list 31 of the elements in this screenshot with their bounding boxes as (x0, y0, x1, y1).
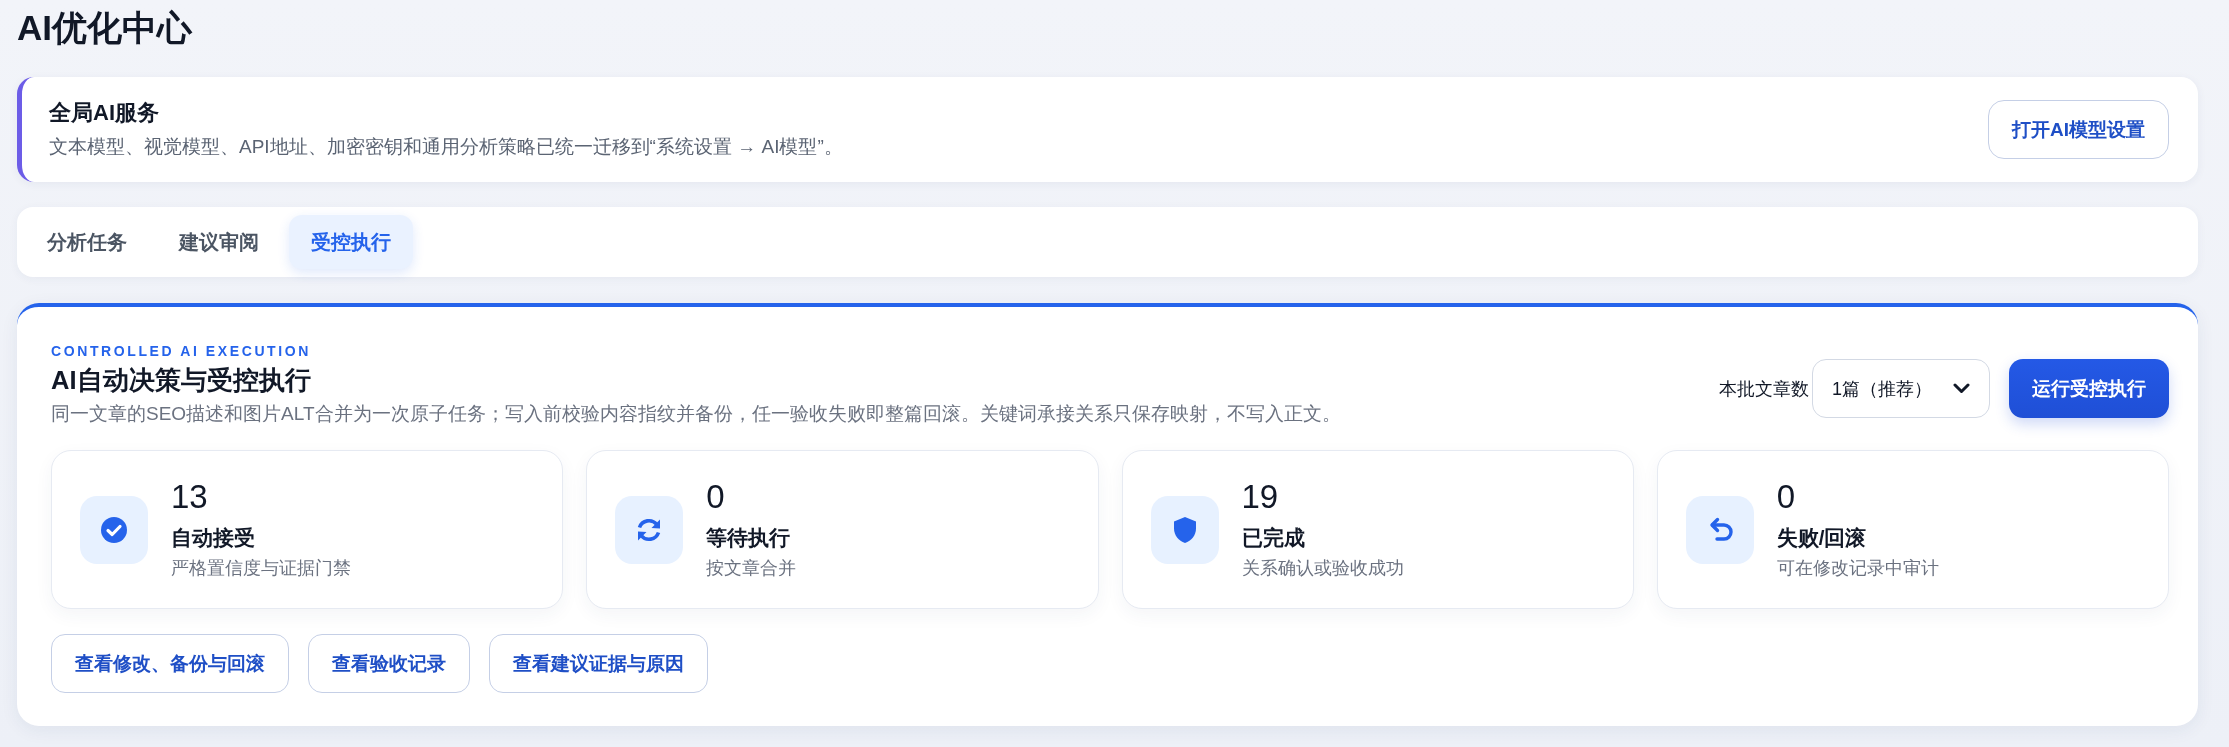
stat-value: 13 (171, 479, 209, 515)
stat-caption: 按文章合并 (706, 557, 797, 580)
page-title: AI优化中心 (17, 7, 194, 49)
action-button[interactable]: 查看修改、备份与回滚 (51, 634, 289, 693)
section-description: 同一文章的SEO描述和图片ALT合并为一次原子任务；写入前校验内容指纹并备份，任一验收失败即整篇回滚。关键词承接关系只保存映射，不写入正文。 (51, 402, 1341, 426)
shield-icon (1150, 495, 1219, 564)
batch-count-label: 本批文章数 (1719, 377, 1809, 401)
open-ai-settings-button[interactable]: 打开AI模型设置 (1988, 100, 2169, 159)
tab[interactable]: 分析任务 (25, 215, 149, 269)
stat-caption: 严格置信度与证据门禁 (171, 557, 351, 580)
stat-label: 自动接受 (171, 525, 256, 551)
stat-value: 0 (706, 479, 726, 515)
global-ai-description: 文本模型、视觉模型、API地址、加密密钥和通用分析策略已统一迁移到“系统设置 → AI模型”。 (49, 135, 843, 159)
sync-icon (615, 495, 684, 564)
stat-value: 19 (1241, 479, 1280, 515)
tab[interactable]: 建议审阅 (157, 215, 281, 269)
stat-value: 0 (1776, 479, 1797, 515)
global-ai-title: 全局AI服务 (49, 99, 160, 127)
tab[interactable]: 受控执行 (289, 215, 413, 269)
chevron-down-icon (1953, 383, 1970, 394)
section-title: AI自动决策与受控执行 (51, 365, 312, 396)
action-button[interactable]: 查看建议证据与原因 (489, 634, 708, 693)
stat-caption: 可在修改记录中审计 (1776, 557, 1939, 580)
stat-label: 等待执行 (706, 525, 792, 551)
run-button[interactable]: 运行受控执行 (2009, 359, 2169, 418)
action-button[interactable]: 查看验收记录 (308, 634, 470, 693)
batch-count-select[interactable]: 1篇（推荐） (1812, 359, 1990, 418)
stat-label: 失败/回滚 (1776, 525, 1868, 551)
stat-label: 已完成 (1241, 525, 1306, 551)
section-eyebrow: CONTROLLED AI EXECUTION (51, 342, 312, 360)
stat-caption: 关系确认或验收成功 (1241, 557, 1404, 580)
